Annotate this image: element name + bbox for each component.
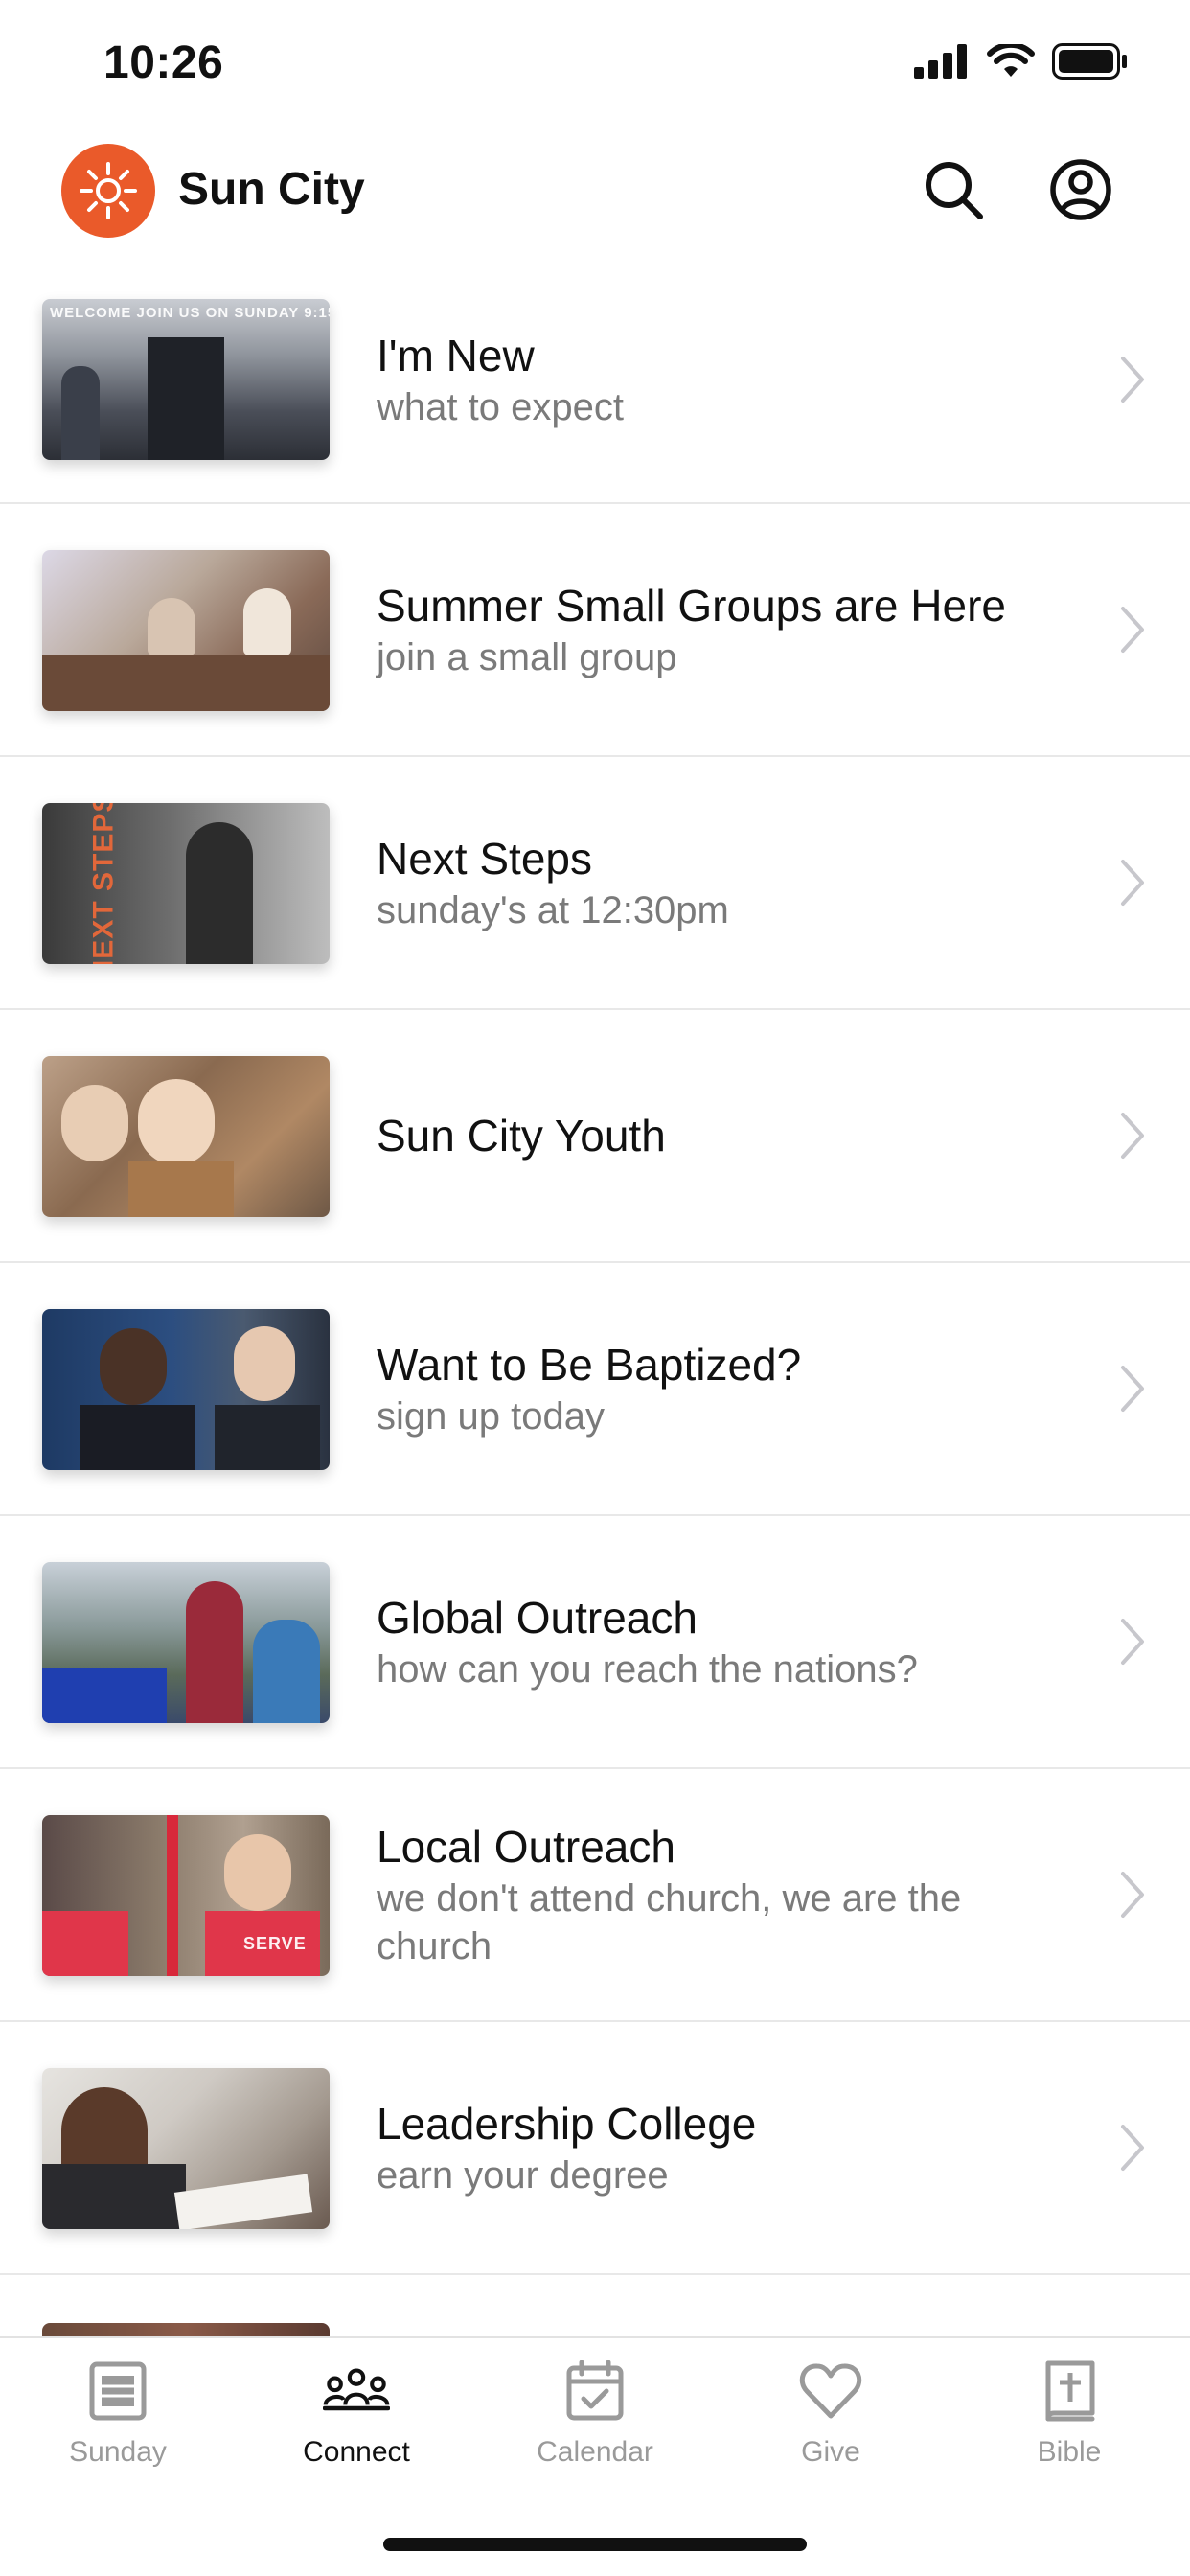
global-outreach-photo	[42, 1562, 330, 1723]
tab-bible[interactable]: Bible	[973, 2358, 1165, 2501]
sunday-bulletin-icon	[84, 2358, 151, 2425]
status-time: 10:26	[103, 37, 224, 88]
list-item-subtitle: how can you reach the nations?	[377, 1648, 918, 1690]
list-item[interactable]: Want to Be Baptized? sign up today	[0, 1263, 1190, 1516]
baptism-photo	[42, 1309, 330, 1470]
list-item-title: Next Steps	[377, 834, 592, 884]
list-item[interactable]: Sun City Youth	[0, 1010, 1190, 1263]
chevron-right-icon	[1121, 1619, 1144, 1665]
list-item[interactable]: Global Outreach how can you reach the na…	[0, 1516, 1190, 1769]
leadership-college-photo	[42, 2068, 330, 2229]
people-group-icon	[323, 2358, 390, 2425]
list-item-subtitle: join a small group	[377, 636, 677, 678]
heart-icon	[797, 2358, 864, 2425]
wifi-icon	[987, 44, 1035, 77]
tab-label: Give	[801, 2436, 860, 2468]
chevron-right-icon	[1121, 356, 1144, 402]
connect-list: WELCOME JOIN US ON SUNDAY 9:15AM I'm New…	[0, 278, 1190, 2275]
list-item[interactable]: Leadership College earn your degree	[0, 2022, 1190, 2275]
list-item-title: Summer Small Groups are Here	[377, 581, 1006, 631]
tab-label: Sunday	[69, 2436, 167, 2468]
chevron-right-icon	[1121, 607, 1144, 653]
list-item-title: Want to Be Baptized?	[377, 1340, 802, 1390]
tab-give[interactable]: Give	[735, 2358, 927, 2501]
list-item[interactable]: NEXT STEPS Next Steps sunday's at 12:30p…	[0, 757, 1190, 1010]
chevron-right-icon	[1121, 1872, 1144, 1918]
sun-logo-icon[interactable]	[61, 144, 155, 238]
list-item-text: Global Outreach how can you reach the na…	[377, 1516, 1056, 1767]
list-item-title: Global Outreach	[377, 1593, 698, 1643]
tab-connect[interactable]: Connect	[261, 2358, 452, 2501]
status-bar: 10:26	[0, 0, 1190, 129]
list-item-title: Leadership College	[377, 2099, 757, 2149]
list-item-subtitle: what to expect	[377, 386, 624, 428]
next-steps-photo: NEXT STEPS	[42, 803, 330, 964]
church-entrance-photo: WELCOME JOIN US ON SUNDAY 9:15AM	[42, 299, 330, 460]
sun-glyph-icon	[80, 162, 137, 219]
home-indicator	[383, 2538, 807, 2551]
cellular-signal-icon	[914, 44, 967, 79]
list-item[interactable]: Summer Small Groups are Here join a smal…	[0, 504, 1190, 757]
list-item-subtitle: sign up today	[377, 1395, 605, 1438]
tab-sunday[interactable]: Sunday	[22, 2358, 214, 2501]
bible-icon	[1036, 2358, 1103, 2425]
thumb-tag: SERVE	[243, 1934, 307, 1953]
app-title: Sun City	[178, 164, 365, 215]
list-item-subtitle: sunday's at 12:30pm	[377, 889, 729, 932]
battery-icon	[1052, 43, 1127, 80]
list-item-title: Sun City Youth	[377, 1111, 666, 1161]
list-item-subtitle: earn your degree	[377, 2154, 669, 2196]
list-item-text: I'm New what to expect	[377, 278, 1056, 481]
youth-photo	[42, 1056, 330, 1217]
chevron-right-icon	[1121, 1366, 1144, 1412]
list-item-subtitle: we don't attend church, we are the churc…	[377, 1877, 962, 1967]
local-outreach-photo: SERVE	[42, 1815, 330, 1976]
tab-label: Calendar	[537, 2436, 653, 2468]
status-icons	[914, 42, 1129, 80]
profile-icon[interactable]	[1042, 151, 1119, 228]
chevron-right-icon	[1121, 2125, 1144, 2171]
list-item-text: Local Outreach we don't attend church, w…	[377, 1769, 1056, 2020]
list-item-title: Local Outreach	[377, 1822, 675, 1872]
list-item-title: I'm New	[377, 331, 535, 380]
list-item-text: Leadership College earn your degree	[377, 2022, 1056, 2273]
list-item[interactable]: SERVE Local Outreach we don't attend chu…	[0, 1769, 1190, 2022]
list-item-text: Next Steps sunday's at 12:30pm	[377, 757, 1056, 1008]
list-item-text: Sun City Youth	[377, 1010, 1056, 1261]
list-item-text: Want to Be Baptized? sign up today	[377, 1263, 1056, 1514]
app-screen: 10:26 Sun City WELCOME JOIN US ON SUNDAY…	[0, 0, 1190, 2576]
thumb-tag: WELCOME JOIN US ON SUNDAY 9:15AM	[50, 305, 330, 321]
calendar-check-icon	[561, 2358, 629, 2425]
small-group-photo	[42, 550, 330, 711]
tab-label: Bible	[1037, 2436, 1102, 2468]
tab-label: Connect	[303, 2436, 410, 2468]
search-icon[interactable]	[915, 151, 992, 228]
thumb-tag: NEXT STEPS	[87, 803, 120, 964]
list-item[interactable]: WELCOME JOIN US ON SUNDAY 9:15AM I'm New…	[0, 278, 1190, 504]
list-item-text: Summer Small Groups are Here join a smal…	[377, 504, 1056, 755]
chevron-right-icon	[1121, 860, 1144, 906]
chevron-right-icon	[1121, 1113, 1144, 1159]
app-header: Sun City	[0, 134, 1190, 249]
tab-calendar[interactable]: Calendar	[499, 2358, 691, 2501]
